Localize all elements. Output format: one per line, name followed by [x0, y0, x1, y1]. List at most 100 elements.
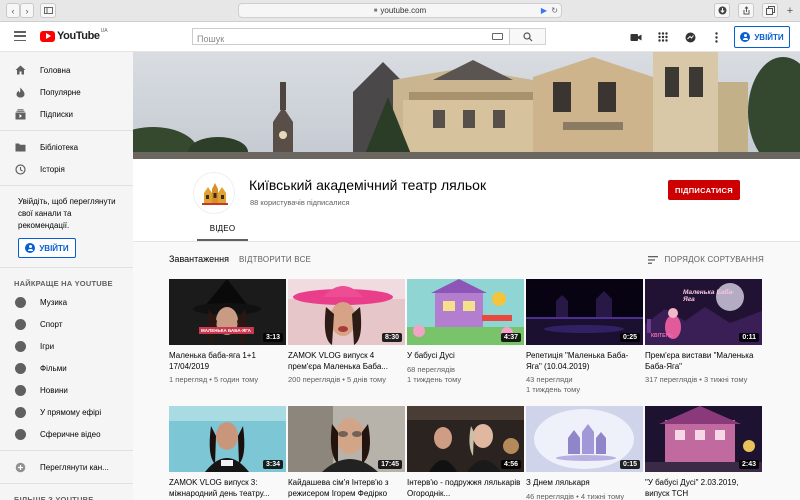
- youtube-header: YouTube UA УВІЙТИ: [0, 22, 800, 52]
- video-duration: 3:34: [262, 460, 283, 469]
- channel-banner: [133, 52, 800, 159]
- video-title[interactable]: Кайдашева сім'я Інтерв'ю з режисером Іго…: [288, 478, 405, 499]
- address-bar[interactable]: ■ youtube.com ▶ ↻: [238, 3, 562, 18]
- video-title[interactable]: Репетиція "Маленька Баба-Яга" (10.04.201…: [526, 351, 643, 372]
- reload-icon[interactable]: ↻: [551, 6, 558, 15]
- tab-videos[interactable]: ВІДЕО: [197, 219, 248, 241]
- youtube-logo[interactable]: YouTube UA: [40, 28, 108, 42]
- sidebar-divider: [0, 450, 133, 451]
- video-thumbnail[interactable]: 3:34: [169, 406, 286, 472]
- sidebar-item-label: Популярне: [40, 87, 81, 97]
- sidebar-item-library[interactable]: Бібліотека: [0, 136, 133, 158]
- sidebar-item-history[interactable]: Історія: [0, 158, 133, 180]
- sidebar-item-spherical[interactable]: Сферичне відео: [0, 423, 133, 445]
- section-title[interactable]: Завантаження: [169, 254, 229, 264]
- view-count: 43 перегляди: [526, 375, 573, 384]
- sidebar-item-music[interactable]: Музика: [0, 291, 133, 313]
- sidebar-item-label: Головна: [40, 65, 71, 75]
- sidebar-item-label: Сферичне відео: [40, 429, 101, 439]
- video-title[interactable]: У бабусі Дусі: [407, 351, 524, 362]
- video-card[interactable]: 4:56 Інтерв'ю - подружжя лялькарів Огоро…: [407, 406, 524, 499]
- video-thumbnail[interactable]: 8:30: [288, 279, 405, 345]
- video-card[interactable]: 4:37 У бабусі Дусі 68 переглядів 1 тижде…: [407, 279, 524, 385]
- more-vert-icon[interactable]: [709, 30, 723, 44]
- sidebar-item-trending[interactable]: Популярне: [0, 81, 133, 103]
- sort-icon: [648, 255, 659, 264]
- sidebar-item-news[interactable]: Новини: [0, 379, 133, 401]
- chevron-right-icon[interactable]: ›: [20, 3, 34, 18]
- sidebar-divider: [0, 185, 133, 186]
- keyboard-icon[interactable]: [492, 33, 503, 40]
- speaker-icon[interactable]: ▶: [541, 6, 547, 15]
- video-duration: 8:30: [381, 333, 402, 342]
- apps-icon[interactable]: [656, 30, 670, 44]
- subscribe-button[interactable]: ПІДПИСАТИСЯ: [668, 180, 740, 200]
- sidebar-item-live[interactable]: У прямому ефірі: [0, 401, 133, 423]
- gaming-icon: [14, 340, 26, 352]
- sports-icon: [14, 318, 26, 330]
- create-video-icon[interactable]: [629, 30, 643, 44]
- messages-icon[interactable]: [683, 30, 697, 44]
- video-card[interactable]: 0:25 Репетиція "Маленька Баба-Яга" (10.0…: [526, 279, 643, 395]
- video-card[interactable]: 0:15 З Днем лялькаря 46 переглядів • 4 т…: [526, 406, 643, 500]
- video-title[interactable]: Інтерв'ю - подружжя лялькарів Огороднік.…: [407, 478, 524, 499]
- video-meta: 43 перегляди 1 тиждень тому: [526, 375, 643, 395]
- sort-by-button[interactable]: ПОРЯДОК СОРТУВАННЯ: [648, 255, 764, 264]
- sidebar-item-gaming[interactable]: Ігри: [0, 335, 133, 357]
- sidebar-item-sports[interactable]: Спорт: [0, 313, 133, 335]
- video-title[interactable]: Маленька баба-яга 1+1 17/04/2019: [169, 351, 286, 372]
- sidebar-icon[interactable]: [40, 3, 56, 18]
- video-thumbnail[interactable]: 17:45: [288, 406, 405, 472]
- sidebar-signin-button[interactable]: УВІЙТИ: [18, 238, 76, 258]
- video-title[interactable]: ZAMOK VLOG випуск 4 прем'єра Маленька Ба…: [288, 351, 405, 372]
- home-icon: [14, 64, 26, 76]
- sidebar-item-movies[interactable]: Фільми: [0, 357, 133, 379]
- search-box: [192, 28, 510, 47]
- video-thumbnail[interactable]: 2:43: [645, 406, 762, 472]
- video-thumbnail[interactable]: МАЛЕНЬКА БАБА-ЯГА 3:13: [169, 279, 286, 345]
- video-title[interactable]: ZAMOK VLOG випуск 3: міжнародний день те…: [169, 478, 286, 499]
- plus-icon[interactable]: +: [784, 3, 796, 18]
- video-card[interactable]: 8:30 ZAMOK VLOG випуск 4 прем'єра Малень…: [288, 279, 405, 385]
- video-title[interactable]: З Днем лялькаря: [526, 478, 643, 489]
- sidebar-item-subscriptions[interactable]: Підписки: [0, 103, 133, 125]
- search-icon: [522, 31, 532, 41]
- video-duration: 3:13: [262, 333, 283, 342]
- sidebar-item-label: У прямому ефірі: [40, 407, 102, 417]
- main-content: Київський академічний театр ляльок 88 ко…: [133, 52, 800, 500]
- video-duration: 17:45: [378, 460, 402, 469]
- video-thumbnail[interactable]: 4:56: [407, 406, 524, 472]
- video-thumbnail[interactable]: 0:25: [526, 279, 643, 345]
- signin-button[interactable]: УВІЙТИ: [734, 26, 790, 48]
- video-card[interactable]: Маленька Баба-Яга КВІТЕНЬ 0:11 Прем'єра …: [645, 279, 762, 385]
- tabs-icon[interactable]: [762, 3, 778, 18]
- channel-avatar[interactable]: [193, 172, 235, 214]
- sidebar-item-label: Новини: [40, 385, 68, 395]
- sidebar-item-home[interactable]: Головна: [0, 59, 133, 81]
- logo-region: UA: [100, 28, 108, 34]
- download-icon[interactable]: [714, 3, 730, 18]
- search-button[interactable]: [510, 28, 546, 45]
- logo-text: YouTube: [57, 30, 100, 42]
- uploads-section-header: Завантаження ВІДТВОРИТИ ВСЕ ПОРЯДОК СОРТ…: [169, 253, 769, 267]
- upload-age: 4 тижні тому: [580, 491, 625, 500]
- view-count: 46 переглядів: [526, 491, 575, 500]
- play-all-button[interactable]: ВІДТВОРИТИ ВСЕ: [239, 255, 311, 264]
- video-card[interactable]: 2:43 "У бабусі Дусі" 2.03.2019, випуск Т…: [645, 406, 762, 499]
- search-input[interactable]: [193, 31, 483, 47]
- chevron-left-icon[interactable]: ‹: [6, 3, 20, 18]
- more-from-youtube-header: БІЛЬШЕ З YOUTUBE: [14, 495, 94, 500]
- video-title[interactable]: Прем'єра вистави "Маленька Баба-Яга": [645, 351, 762, 372]
- video-thumbnail[interactable]: 0:15: [526, 406, 643, 472]
- video-thumbnail[interactable]: 4:37: [407, 279, 524, 345]
- menu-icon[interactable]: [14, 31, 26, 42]
- video-card[interactable]: МАЛЕНЬКА БАБА-ЯГА 3:13 Маленька баба-яга…: [169, 279, 286, 385]
- account-icon: [740, 32, 751, 42]
- sidebar-item-browse-channels[interactable]: Переглянути кан...: [0, 456, 133, 478]
- video-meta: 46 переглядів • 4 тижні тому: [526, 491, 625, 500]
- video-card[interactable]: 17:45 Кайдашева сім'я Інтерв'ю з режисер…: [288, 406, 405, 499]
- video-card[interactable]: 3:34 ZAMOK VLOG випуск 3: міжнародний де…: [169, 406, 286, 499]
- share-icon[interactable]: [738, 3, 754, 18]
- video-title[interactable]: "У бабусі Дусі" 2.03.2019, випуск ТСН: [645, 478, 762, 499]
- video-thumbnail[interactable]: Маленька Баба-Яга КВІТЕНЬ 0:11: [645, 279, 762, 345]
